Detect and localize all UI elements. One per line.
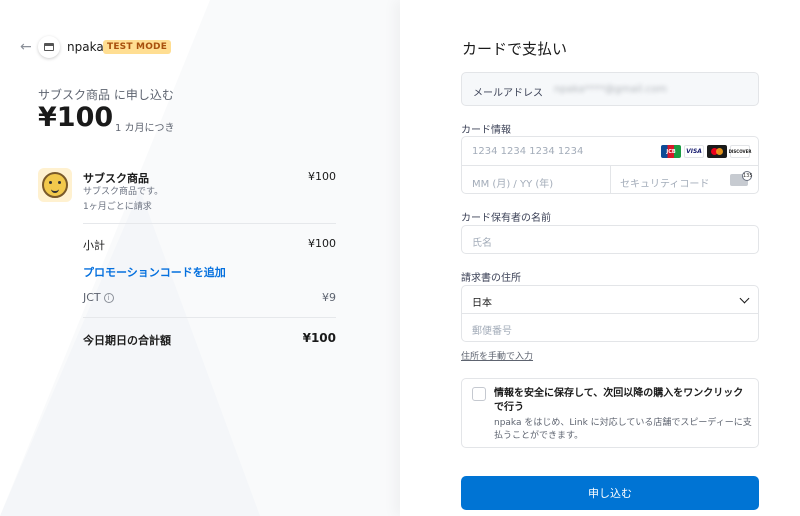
tax-row: JCT i [83,291,114,304]
save-info-description: npaka をはじめ、Link に対応している店舗でスピーディーに支払うことがで… [494,418,752,441]
tax-label: JCT [83,291,101,304]
product-price: ¥100 [308,170,336,183]
divider [462,313,758,314]
divider [83,317,336,318]
product-image [38,168,72,202]
tax-value: ¥9 [322,291,336,304]
payment-panel: カードで支払い メールアドレス npaka****@gmail.com カード情… [400,0,800,516]
order-summary-panel: ← npaka TEST MODE サブスク商品 に申し込む ¥100 1 カ月… [0,0,400,516]
cardholder-placeholder: 氏名 [472,238,492,249]
store-avatar [38,36,60,58]
mastercard-icon [707,145,727,158]
card-brands: JCB VISA DISCOVER [661,145,751,158]
billing-address-label: 請求書の住所 [461,273,521,284]
cardholder-label: カード保有者の名前 [461,213,551,224]
billing-address-group: 日本 郵便番号 [461,285,759,342]
expiry-input[interactable]: MM (月) / YY (年) [472,175,553,190]
product-billing: 1ヶ月ごとに請求 [83,202,152,212]
cvc-number-badge: 135 [742,171,753,181]
card-info-group: 1234 1234 1234 1234 JCB VISA DISCOVER MM… [461,136,759,194]
cardholder-name-input[interactable]: 氏名 [461,225,759,254]
product-description: サブスク商品です。 [83,187,164,197]
payment-title: カードで支払い [462,40,568,58]
email-field[interactable]: メールアドレス npaka****@gmail.com [461,72,759,106]
summary-period: 1 カ月につき [115,123,175,134]
summary-price: ¥100 [38,102,114,133]
subtotal-value: ¥100 [308,237,336,250]
visa-icon: VISA [684,145,704,158]
email-value: npaka****@gmail.com [554,84,667,95]
test-mode-badge: TEST MODE [103,40,172,54]
discover-icon: DISCOVER [729,145,751,158]
add-promo-code-link[interactable]: プロモーションコードを追加 [83,264,226,280]
total-value: ¥100 [302,331,336,345]
cvc-card-icon: 135 [730,171,753,186]
arrow-left-icon[interactable]: ← [20,40,34,54]
cvc-input[interactable]: セキュリティコード [620,175,709,190]
info-icon[interactable]: i [103,293,114,303]
jcb-icon: JCB [661,145,681,158]
total-label: 今日期日の合計額 [83,334,171,347]
store-icon [44,43,54,51]
manual-address-link[interactable]: 住所を手動で入力 [461,349,533,362]
store-name: npaka [67,40,104,54]
save-info-title: 情報を安全に保存して、次回以降の購入をワンクリックで行う [494,388,744,413]
divider [83,223,336,224]
background-shape [0,0,400,516]
subtotal-label: 小計 [83,239,105,252]
chevron-down-icon[interactable] [739,293,750,304]
save-info-checkbox[interactable] [472,387,486,401]
postal-code-input[interactable]: 郵便番号 [472,322,512,337]
summary-subtitle: サブスク商品 に申し込む [38,88,174,102]
divider [610,166,611,194]
card-info-label: カード情報 [461,125,511,136]
email-label: メールアドレス [473,88,543,99]
country-select[interactable]: 日本 [472,294,492,309]
save-info-option[interactable]: 情報を安全に保存して、次回以降の購入をワンクリックで行う npaka をはじめ、… [461,378,759,448]
mascot-icon [42,172,68,198]
submit-button[interactable]: 申し込む [461,476,759,510]
card-number-input[interactable]: 1234 1234 1234 1234 [472,146,583,157]
